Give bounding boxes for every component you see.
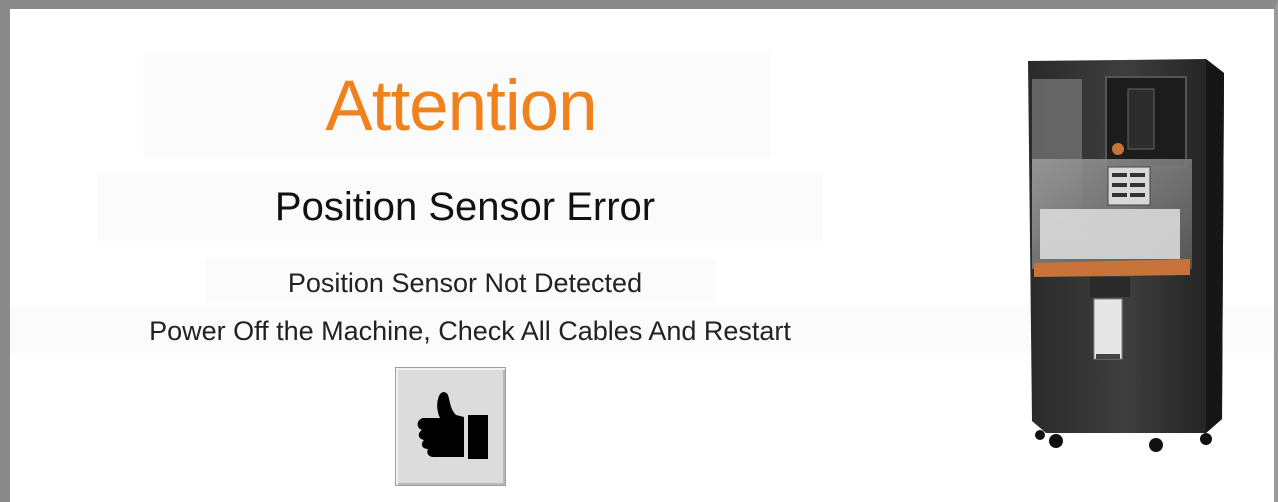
error-heading: Position Sensor Error xyxy=(274,185,656,229)
acknowledge-button[interactable] xyxy=(395,367,506,486)
error-message-line-2: Power Off the Machine, Check All Cables … xyxy=(149,316,791,346)
thumbs-up-icon xyxy=(417,391,488,459)
machine-illustration xyxy=(1028,59,1224,452)
error-message-line-1: Position Sensor Not Detected xyxy=(287,268,643,298)
dialog-title: Attention xyxy=(325,67,597,146)
dialog-frame: Attention Position Sensor Error Position… xyxy=(0,0,1278,502)
